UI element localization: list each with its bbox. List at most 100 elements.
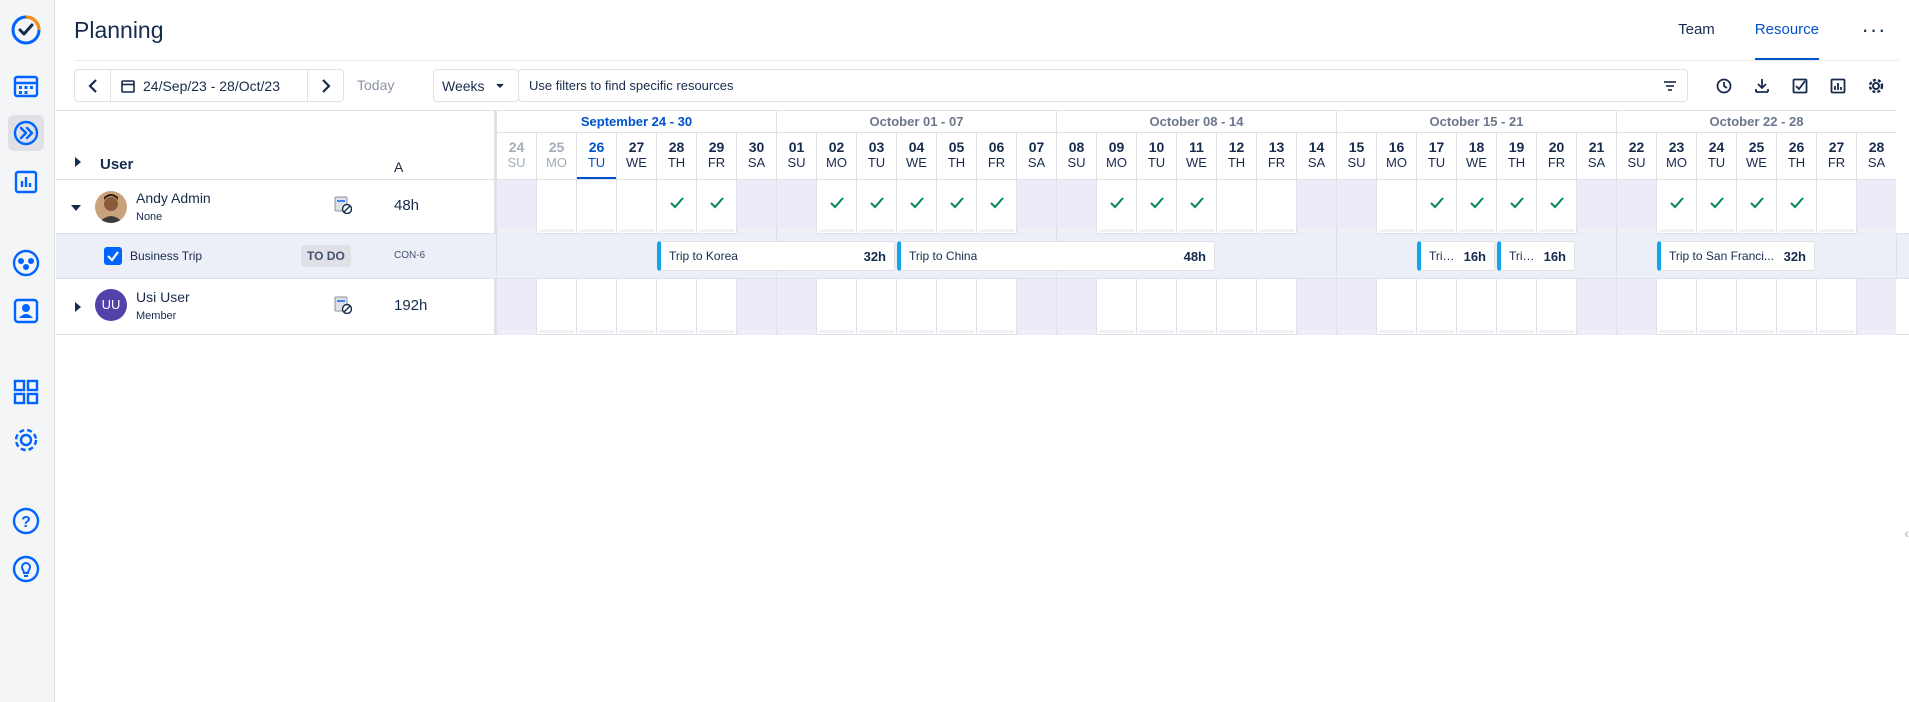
planning-icon[interactable]	[8, 115, 44, 151]
day-header[interactable]: 01 SU	[776, 133, 816, 180]
edit-check-icon[interactable]	[1781, 69, 1819, 102]
day-cell[interactable]	[616, 279, 656, 335]
day-header[interactable]: 29 FR	[696, 133, 736, 180]
chart-icon[interactable]	[1819, 69, 1857, 102]
task-key[interactable]: CON-6	[394, 250, 425, 261]
day-cell[interactable]	[536, 180, 576, 234]
day-cell[interactable]	[736, 279, 776, 335]
day-header[interactable]: 21 SA	[1576, 133, 1616, 180]
day-cell[interactable]	[776, 180, 816, 234]
resource-icon[interactable]	[8, 293, 44, 329]
day-header[interactable]: 13 FR	[1256, 133, 1296, 180]
day-cell[interactable]	[1376, 180, 1416, 234]
day-cell[interactable]	[856, 279, 896, 335]
teams-icon[interactable]	[8, 245, 44, 281]
user-name[interactable]: Usi User	[136, 289, 190, 305]
day-header[interactable]: 30 SA	[736, 133, 776, 180]
trip-bar[interactable]: Trip to China 48h	[897, 241, 1215, 271]
day-header[interactable]: 08 SU	[1056, 133, 1096, 180]
day-cell[interactable]	[1456, 279, 1496, 335]
day-cell[interactable]	[1136, 279, 1176, 335]
day-cell[interactable]	[696, 279, 736, 335]
day-header[interactable]: 26 TH	[1776, 133, 1816, 180]
day-cell[interactable]	[656, 279, 696, 335]
day-header[interactable]: 20 FR	[1536, 133, 1576, 180]
day-cell[interactable]	[1656, 180, 1696, 234]
day-cell[interactable]	[1496, 180, 1536, 234]
day-header[interactable]: 25 MO	[536, 133, 576, 180]
day-header[interactable]: 03 TU	[856, 133, 896, 180]
prev-period-button[interactable]	[75, 70, 111, 101]
day-header[interactable]: 26 TU	[576, 133, 616, 180]
help-icon[interactable]: ?	[8, 503, 44, 539]
day-cell[interactable]	[1096, 180, 1136, 234]
day-cell[interactable]	[1256, 279, 1296, 335]
date-range-field[interactable]: 24/Sep/23 - 28/Oct/23	[111, 78, 307, 94]
day-cell[interactable]	[816, 279, 856, 335]
day-cell[interactable]	[616, 180, 656, 234]
day-cell[interactable]	[1136, 180, 1176, 234]
day-cell[interactable]	[1856, 180, 1896, 234]
day-header[interactable]: 17 TU	[1416, 133, 1456, 180]
expand-row-icon[interactable]	[74, 302, 82, 312]
ideas-icon[interactable]	[8, 551, 44, 587]
user-name[interactable]: Andy Admin	[136, 190, 211, 206]
day-cell[interactable]	[656, 180, 696, 234]
task-checkbox[interactable]	[104, 247, 122, 265]
day-header[interactable]: 12 TH	[1216, 133, 1256, 180]
history-icon[interactable]	[1705, 69, 1743, 102]
day-cell[interactable]	[1776, 279, 1816, 335]
day-cell[interactable]	[1616, 180, 1656, 234]
day-cell[interactable]	[1176, 180, 1216, 234]
day-cell[interactable]	[1376, 279, 1416, 335]
day-header[interactable]: 10 TU	[1136, 133, 1176, 180]
day-cell[interactable]	[576, 180, 616, 234]
day-header[interactable]: 24 TU	[1696, 133, 1736, 180]
day-header[interactable]: 25 WE	[1736, 133, 1776, 180]
day-cell[interactable]	[1656, 279, 1696, 335]
day-header[interactable]: 02 MO	[816, 133, 856, 180]
settings-icon[interactable]	[8, 422, 44, 458]
status-badge[interactable]: TO DO	[301, 245, 351, 267]
day-cell[interactable]	[976, 180, 1016, 234]
calendar-icon[interactable]	[8, 68, 44, 104]
day-header[interactable]: 27 WE	[616, 133, 656, 180]
day-header[interactable]: 14 SA	[1296, 133, 1336, 180]
day-cell[interactable]	[1536, 180, 1576, 234]
day-cell[interactable]	[1816, 279, 1856, 335]
hours-column-label[interactable]: A	[394, 159, 403, 175]
day-cell[interactable]	[1816, 180, 1856, 234]
next-period-button[interactable]	[307, 70, 343, 101]
workload-icon[interactable]	[334, 296, 353, 319]
chevron-left-icon[interactable]: ‹	[1904, 525, 1909, 541]
day-cell[interactable]	[1016, 279, 1056, 335]
day-cell[interactable]	[1216, 180, 1256, 234]
gear-icon[interactable]	[1857, 69, 1895, 102]
day-cell[interactable]	[1336, 180, 1376, 234]
tab-team[interactable]: Team	[1678, 0, 1715, 60]
day-cell[interactable]	[856, 180, 896, 234]
day-cell[interactable]	[936, 279, 976, 335]
tab-resource[interactable]: Resource	[1754, 0, 1820, 60]
day-header[interactable]: 28 TH	[656, 133, 696, 180]
day-header[interactable]: 19 TH	[1496, 133, 1536, 180]
day-header[interactable]: 22 SU	[1616, 133, 1656, 180]
day-header[interactable]: 28 SA	[1856, 133, 1896, 180]
day-header[interactable]: 23 MO	[1656, 133, 1696, 180]
download-icon[interactable]	[1743, 69, 1781, 102]
today-button[interactable]: Today	[357, 69, 394, 102]
day-cell[interactable]	[776, 279, 816, 335]
day-header[interactable]: 05 TH	[936, 133, 976, 180]
day-header[interactable]: 06 FR	[976, 133, 1016, 180]
app-logo-icon[interactable]	[8, 12, 44, 48]
view-select[interactable]: Weeks	[433, 69, 519, 102]
day-cell[interactable]	[1336, 279, 1376, 335]
day-cell[interactable]	[536, 279, 576, 335]
trip-bar[interactable]: Trip... 16h	[1497, 241, 1575, 271]
day-header[interactable]: 11 WE	[1176, 133, 1216, 180]
day-cell[interactable]	[1296, 279, 1336, 335]
day-cell[interactable]	[1296, 180, 1336, 234]
day-cell[interactable]	[1416, 180, 1456, 234]
day-header[interactable]: 16 MO	[1376, 133, 1416, 180]
trip-bar[interactable]: Trip to Korea 32h	[657, 241, 895, 271]
